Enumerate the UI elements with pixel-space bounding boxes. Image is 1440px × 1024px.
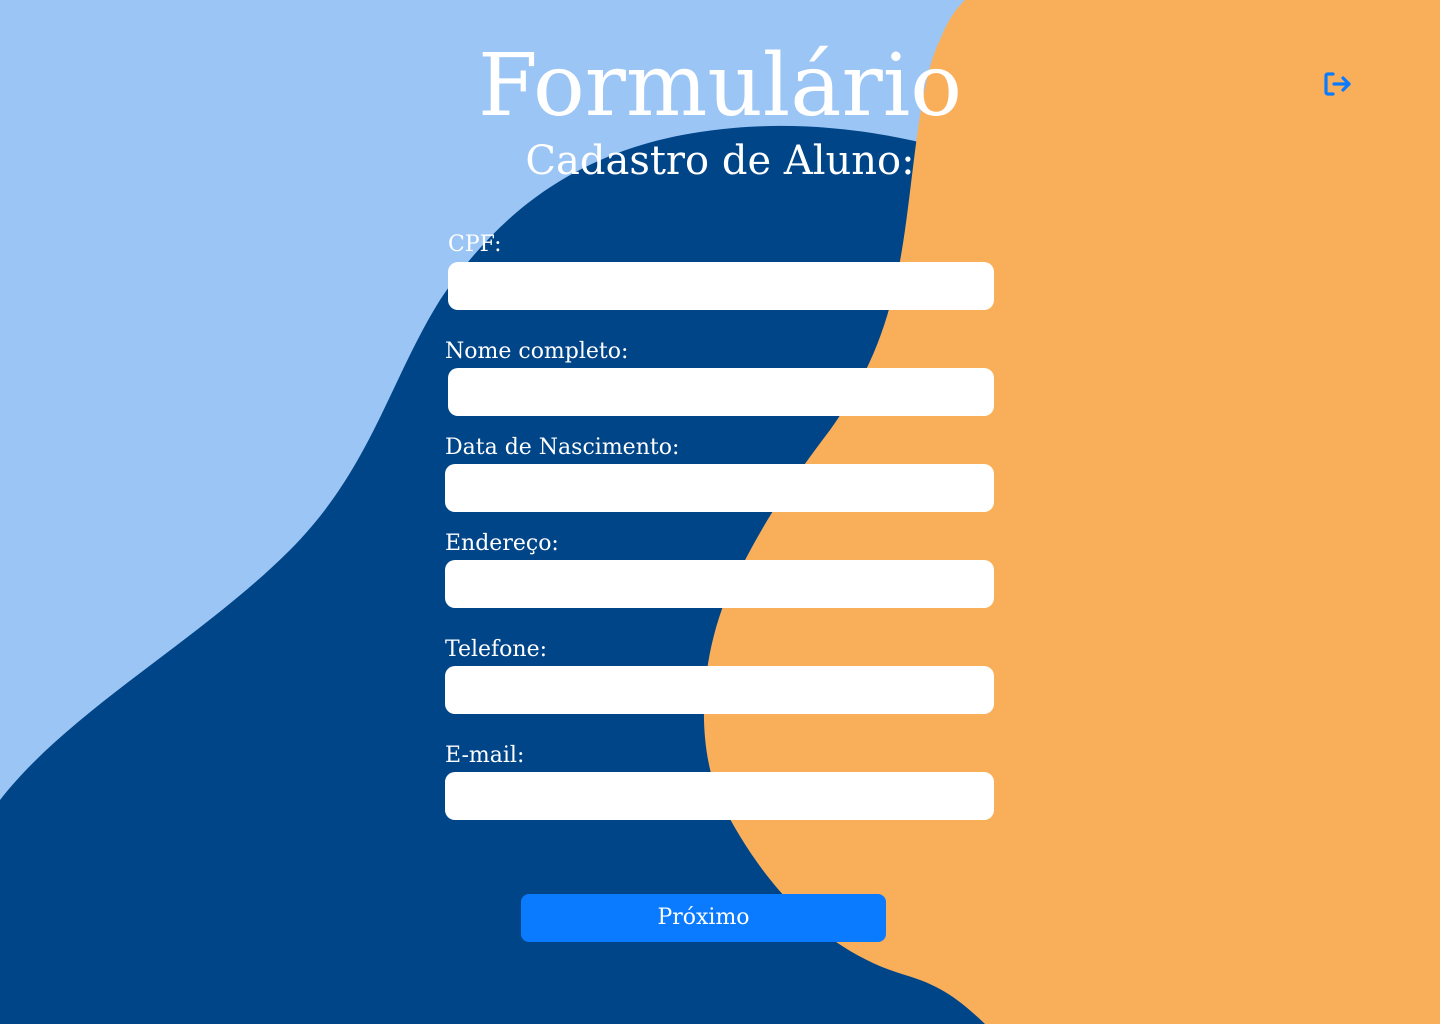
next-button[interactable]: Próximo	[521, 894, 886, 942]
email-input[interactable]	[445, 772, 994, 820]
cpf-input[interactable]	[448, 262, 994, 310]
endereco-label: Endereço:	[445, 531, 559, 556]
endereco-input[interactable]	[445, 560, 994, 608]
data-nascimento-input[interactable]	[445, 464, 994, 512]
telefone-label: Telefone:	[445, 637, 548, 662]
page-title: Formulário	[478, 36, 962, 136]
nome-completo-input[interactable]	[448, 368, 994, 416]
page-subtitle: Cadastro de Aluno:	[525, 138, 915, 184]
cpf-label: CPF:	[448, 232, 502, 257]
data-nascimento-label: Data de Nascimento:	[445, 435, 680, 460]
email-label: E-mail:	[445, 743, 525, 768]
nome-completo-label: Nome completo:	[445, 339, 629, 364]
logout-icon[interactable]	[1322, 70, 1354, 98]
telefone-input[interactable]	[445, 666, 994, 714]
